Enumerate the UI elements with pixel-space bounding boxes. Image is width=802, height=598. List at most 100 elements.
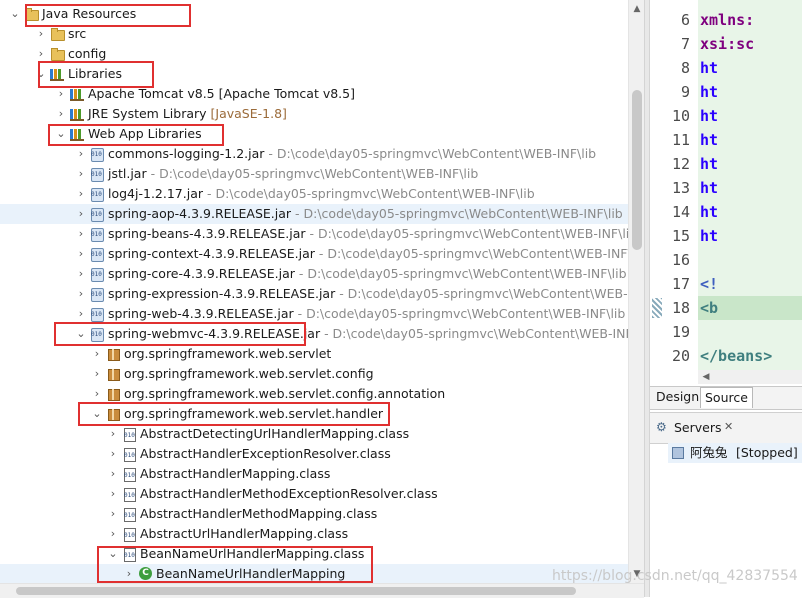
tree-vertical-scrollbar[interactable]: ▲ ▼ (628, 0, 645, 583)
scroll-up-arrow-icon[interactable]: ▲ (629, 2, 645, 16)
tree-item[interactable]: › AbstractDetectingUrlHandlerMapping.clas… (0, 424, 628, 444)
tree-item[interactable]: › spring-beans-4.3.9.RELEASE.jar - D:\cod… (0, 224, 628, 244)
tree-item[interactable]: ⌄ org.springframework.web.servlet.handler (0, 404, 628, 424)
code-line[interactable]: ht (700, 128, 718, 152)
code-line[interactable]: ht (700, 56, 718, 80)
editor-horizontal-scrollbar[interactable]: ◀ (698, 370, 802, 384)
xml-editor[interactable]: 6 xmlns: 7 xsi:sc 8 ht 9 ht 10 ht 11 ht 12 ht 1… (650, 0, 802, 386)
tree-item[interactable]: › spring-context-4.3.9.RELEASE.jar - D:\c… (0, 244, 628, 264)
code-line[interactable]: </beans> (700, 344, 772, 368)
chevron-right-icon[interactable]: › (92, 384, 102, 404)
tree-item-name: spring-aop-4.3.9.RELEASE.jar (108, 206, 292, 221)
chevron-right-icon[interactable]: › (108, 484, 118, 504)
chevron-right-icon[interactable]: › (56, 104, 66, 124)
tree-item[interactable]: › AbstractUrlHandlerMapping.class (0, 524, 628, 544)
tree-item[interactable]: › config (0, 44, 628, 64)
chevron-right-icon[interactable]: › (76, 304, 86, 324)
tree-item[interactable]: ⌄ spring-webmvc-4.3.9.RELEASE.jar - D:\co… (0, 324, 628, 344)
chevron-right-icon[interactable]: › (76, 264, 86, 284)
tree-item[interactable]: ⌄ Web App Libraries (0, 124, 628, 144)
chevron-right-icon[interactable]: › (92, 344, 102, 364)
class-file-icon (122, 447, 137, 462)
chevron-right-icon[interactable]: › (108, 464, 118, 484)
code-line[interactable]: xsi:sc (700, 32, 754, 56)
code-line[interactable]: ht (700, 200, 718, 224)
tree-item-name: Libraries (68, 66, 122, 81)
tree-item[interactable]: › org.springframework.web.servlet.config.… (0, 384, 628, 404)
chevron-right-icon[interactable]: › (56, 84, 66, 104)
tree-item[interactable]: › org.springframework.web.servlet (0, 344, 628, 364)
code-line[interactable]: ht (700, 176, 718, 200)
server-entry[interactable]: 阿兔兔 [Stopped] (668, 443, 802, 463)
code-line[interactable]: ht (700, 104, 718, 128)
chevron-right-icon[interactable]: › (76, 204, 86, 224)
chevron-right-icon[interactable]: › (76, 184, 86, 204)
tree-horizontal-scrollbar[interactable] (0, 583, 644, 598)
tree-item[interactable]: › Apache Tomcat v8.5 [Apache Tomcat v8.5] (0, 84, 628, 104)
chevron-right-icon[interactable]: › (76, 224, 86, 244)
chevron-down-icon[interactable]: ⌄ (92, 404, 102, 424)
tree-item[interactable]: › AbstractHandlerMapping.class (0, 464, 628, 484)
code-line[interactable]: ht (700, 224, 718, 248)
chevron-right-icon[interactable]: › (76, 244, 86, 264)
chevron-right-icon[interactable]: › (36, 24, 46, 44)
code-line[interactable]: xmlns: (700, 8, 754, 32)
tree-item-label: config (68, 44, 106, 64)
chevron-down-icon[interactable]: ⌄ (36, 64, 46, 84)
code-line[interactable]: ht (700, 152, 718, 176)
tree-item[interactable]: › log4j-1.2.17.jar - D:\code\day05-spring… (0, 184, 628, 204)
tree-item-label: AbstractDetectingUrlHandlerMapping.class (140, 424, 409, 444)
tree-item[interactable]: › org.springframework.web.servlet.config (0, 364, 628, 384)
servers-view-title[interactable]: Servers (674, 420, 722, 435)
line-number: 9 (680, 83, 690, 101)
package-icon (106, 347, 121, 361)
tab-design[interactable]: Design (652, 387, 703, 407)
tree-item[interactable]: ⌄ Java Resources (0, 4, 628, 24)
code-line[interactable]: <b (700, 296, 718, 320)
code-line[interactable]: ht (700, 80, 718, 104)
tree-item[interactable]: ⌄ Libraries (0, 64, 628, 84)
scroll-down-arrow-icon[interactable]: ▼ (629, 567, 645, 581)
chevron-right-icon[interactable]: › (76, 164, 86, 184)
scroll-left-arrow-icon[interactable]: ◀ (698, 370, 714, 384)
tree-item-label: spring-webmvc-4.3.9.RELEASE.jar - D:\cod… (108, 324, 628, 344)
tree-item-decoration: - D:\code\day05-springmvc\WebContent\WEB… (314, 246, 628, 261)
tree-item[interactable]: › commons-logging-1.2.jar - D:\code\day05… (0, 144, 628, 164)
chevron-right-icon[interactable]: › (108, 524, 118, 544)
chevron-down-icon[interactable]: ⌄ (10, 4, 20, 24)
chevron-right-icon[interactable]: › (92, 364, 102, 384)
chevron-right-icon[interactable]: › (108, 504, 118, 524)
tree-item-name: AbstractUrlHandlerMapping.class (140, 526, 349, 541)
tree-item[interactable]: › AbstractHandlerMethodMapping.class (0, 504, 628, 524)
tree-item[interactable]: › spring-web-4.3.9.RELEASE.jar - D:\code\… (0, 304, 628, 324)
tree-item-name: AbstractHandlerMethodMapping.class (140, 506, 378, 521)
chevron-down-icon[interactable]: ⌄ (108, 544, 118, 564)
project-explorer-tree[interactable]: ⌄ Java Resources › src › config ⌄ Libraries › Apa… (0, 0, 628, 583)
chevron-right-icon[interactable]: › (108, 444, 118, 464)
tree-item[interactable]: › AbstractHandlerMethodExceptionResolver.… (0, 484, 628, 504)
chevron-right-icon[interactable]: › (36, 44, 46, 64)
tree-item-decoration: - D:\code\day05-springmvc\WebContent\WEB… (320, 326, 628, 341)
tree-item[interactable]: › AbstractHandlerExceptionResolver.class (0, 444, 628, 464)
chevron-right-icon[interactable]: › (76, 144, 86, 164)
tree-item[interactable]: › jstl.jar - D:\code\day05-springmvc\WebC… (0, 164, 628, 184)
chevron-down-icon[interactable]: ⌄ (56, 124, 66, 144)
tree-item[interactable]: › spring-expression-4.3.9.RELEASE.jar - D… (0, 284, 628, 304)
tree-item[interactable]: › src (0, 24, 628, 44)
chevron-right-icon[interactable]: › (108, 424, 118, 444)
chevron-right-icon[interactable]: › (76, 284, 86, 304)
code-line[interactable]: <! (700, 272, 718, 296)
close-icon[interactable]: ✕ (724, 420, 733, 433)
tree-horizontal-scroll-thumb[interactable] (16, 587, 576, 595)
tab-source[interactable]: Source (700, 387, 753, 408)
chevron-right-icon[interactable]: › (124, 564, 134, 583)
tree-item-label: spring-expression-4.3.9.RELEASE.jar - D:… (108, 284, 628, 304)
tree-item-decoration: - D:\code\day05-springmvc\WebContent\WEB… (294, 266, 627, 281)
tree-item[interactable]: › BeanNameUrlHandlerMapping (0, 564, 628, 583)
tree-item[interactable]: › spring-aop-4.3.9.RELEASE.jar - D:\code\… (0, 204, 628, 224)
tree-item[interactable]: › JRE System Library [JavaSE-1.8] (0, 104, 628, 124)
tree-vertical-scroll-thumb[interactable] (632, 90, 642, 250)
chevron-down-icon[interactable]: ⌄ (76, 324, 86, 344)
tree-item[interactable]: › spring-core-4.3.9.RELEASE.jar - D:\code… (0, 264, 628, 284)
tree-item[interactable]: ⌄ BeanNameUrlHandlerMapping.class (0, 544, 628, 564)
